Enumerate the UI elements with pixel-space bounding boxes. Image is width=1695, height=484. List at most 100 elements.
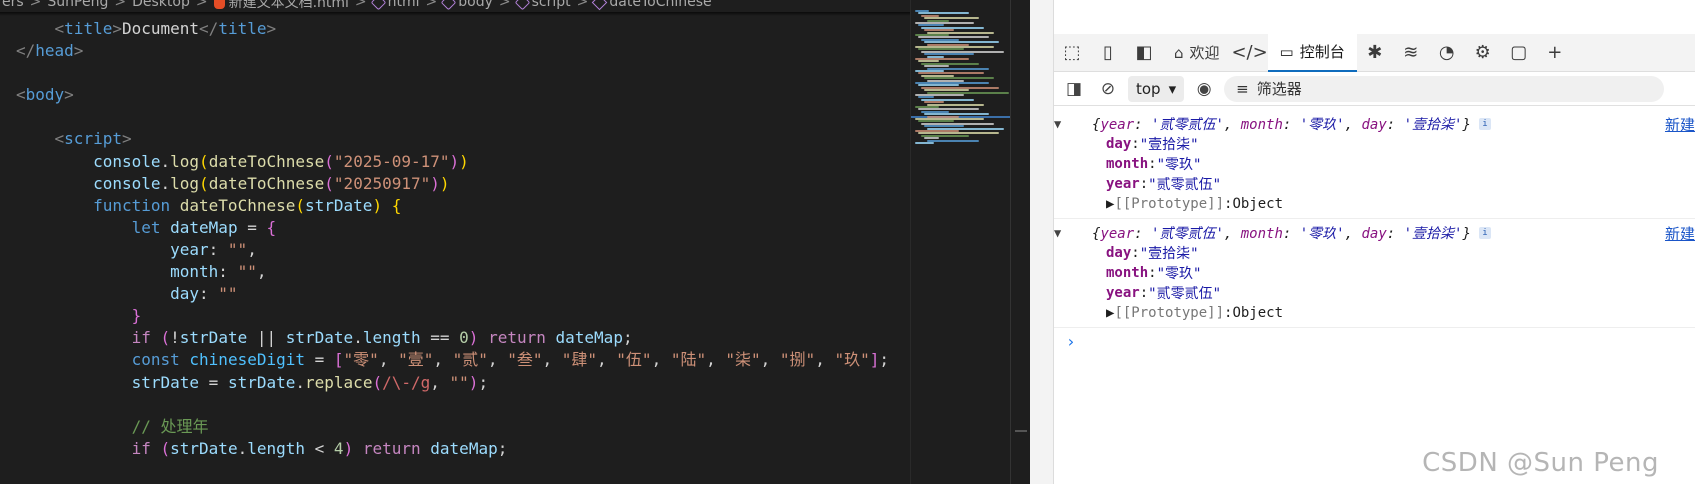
property-value: "贰零贰伍" (1148, 286, 1222, 302)
code-line: function dateToChnese(strDate) { (16, 195, 889, 217)
code-token: > (266, 19, 277, 38)
property-value: "零玖" (1156, 157, 1202, 173)
minimap-line (924, 113, 989, 116)
console-output[interactable]: ▼ {year: '贰零贰伍', month: '零玖', day: '壹拾柒'}… (1054, 110, 1695, 484)
source-link[interactable]: 新建 (1665, 114, 1695, 135)
eye-icon[interactable]: ◉ (1190, 75, 1218, 103)
tag-icon (370, 0, 386, 10)
code-token: , (760, 350, 780, 370)
caret-down-icon[interactable]: ▼ (1054, 117, 1068, 131)
code-token: head (35, 41, 74, 61)
summary-part: '贰零贰伍' (1151, 226, 1224, 242)
code-token: ( (160, 328, 171, 348)
device-icon[interactable]: ▯ (1090, 34, 1126, 72)
caret-right-icon[interactable]: ▶ (1106, 305, 1114, 321)
code-token: dateMap (430, 438, 498, 458)
source-link[interactable]: 新建 (1665, 223, 1695, 244)
object-summary[interactable]: ▼ {year: '贰零贰伍', month: '零玖', day: '壹拾柒'}… (1054, 114, 1695, 134)
code-token: "" (237, 262, 257, 282)
console-entry[interactable]: ▼ {year: '贰零贰伍', month: '零玖', day: '壹拾柒'}… (1054, 110, 1695, 219)
sidebar-toggle-icon[interactable]: ◨ (1060, 75, 1088, 103)
application-icon[interactable]: ▢ (1501, 34, 1537, 72)
code-editor[interactable]: ers > SunPeng > Desktop > 新建文本文档.html > html > bod… (0, 0, 1030, 484)
code-token: length (362, 328, 421, 348)
object-property: day: "壹拾柒" (1092, 134, 1695, 154)
breadcrumb-label: html (387, 0, 420, 10)
minimap-line (924, 41, 999, 44)
property-colon: : (1139, 176, 1149, 192)
breadcrumb-item[interactable]: dateToChinese (592, 0, 712, 10)
console-entry[interactable]: ▼ {year: '贰零贰伍', month: '零玖', day: '壹拾柒'}… (1054, 219, 1695, 328)
property-colon: : (1148, 265, 1157, 281)
breadcrumb-label: Desktop (132, 0, 190, 10)
object-property: day: "壹拾柒" (1092, 243, 1695, 263)
breadcrumb-item[interactable]: html (370, 0, 420, 10)
tab-label: 控制台 (1299, 43, 1345, 61)
code-token: . (160, 173, 171, 193)
tab-home[interactable]: ⌂ 欢迎 (1162, 34, 1232, 72)
code-token: console (93, 173, 161, 193)
breadcrumb-item[interactable]: body (441, 0, 493, 10)
code-token: , (815, 350, 835, 370)
code-token: ( (324, 173, 334, 193)
prototype-row[interactable]: ▶ [[Prototype]]: Object (1092, 194, 1695, 214)
cpu-icon[interactable]: ⚙ (1465, 34, 1501, 72)
code-token: : (218, 262, 238, 282)
code-token: ; (497, 438, 508, 458)
context-select[interactable]: top ▾ (1128, 75, 1185, 102)
network-icon[interactable]: ≋ (1393, 34, 1429, 72)
breadcrumb-item[interactable]: Desktop (132, 0, 190, 10)
property-key: year (1106, 285, 1140, 301)
code-token: "2025-09-17" (333, 151, 450, 171)
performance-icon[interactable]: ◔ (1429, 34, 1465, 72)
elements-icon[interactable]: </> (1231, 34, 1267, 72)
prototype-row[interactable]: ▶ [[Prototype]]: Object (1092, 303, 1695, 323)
tab-console[interactable]: ▭ 控制台 (1267, 33, 1357, 72)
breadcrumb-item[interactable]: script (514, 0, 571, 10)
summary-part: : (1134, 226, 1152, 242)
caret-down-icon[interactable]: ▼ (1054, 226, 1068, 240)
code-token: < (305, 438, 334, 458)
html5-icon (213, 0, 225, 9)
property-value: "零玖" (1156, 266, 1202, 282)
breadcrumb-item[interactable]: SunPeng (47, 0, 108, 10)
add-icon[interactable]: + (1537, 34, 1573, 72)
console-prompt-icon[interactable]: › (1066, 332, 1076, 351)
code-token: ) (468, 328, 479, 348)
clear-console-icon[interactable]: ⊘ (1094, 75, 1122, 103)
fn-icon (592, 0, 608, 10)
code-token: , (542, 350, 562, 370)
panel-icon[interactable]: ◧ (1126, 34, 1162, 72)
breadcrumb-item[interactable]: ers (2, 0, 24, 10)
code-area[interactable]: <title>Document</title> </head> <body> <sc… (16, 18, 889, 460)
code-token: ! (170, 328, 180, 348)
editor-scrollbar[interactable] (1010, 0, 1030, 484)
code-token: "叁" (507, 350, 543, 370)
minimap[interactable] (910, 0, 1011, 484)
code-token: "壹" (398, 350, 434, 370)
scroll-thumb[interactable] (1015, 430, 1027, 484)
inspect-icon[interactable]: ⬚ (1054, 34, 1090, 72)
code-line: if (strDate.length < 4) return dateMap; (16, 438, 889, 460)
code-token: year (170, 239, 209, 259)
code-token: , (430, 372, 450, 392)
object-summary[interactable]: ▼ {year: '贰零贰伍', month: '零玖', day: '壹拾柒'}… (1054, 223, 1695, 243)
bug-icon[interactable]: ✱ (1357, 34, 1393, 72)
code-token: , (433, 350, 453, 370)
filter-input[interactable]: ≡ 筛选器 (1224, 75, 1665, 102)
caret-right-icon[interactable]: ▶ (1106, 196, 1114, 212)
breadcrumb-label: dateToChinese (609, 0, 712, 10)
code-token: length (247, 438, 306, 458)
property-value: "壹拾柒" (1139, 246, 1199, 262)
breadcrumb-item[interactable]: 新建文本文档.html (213, 0, 349, 12)
code-token: day (170, 284, 200, 304)
object-property: year: "贰零贰伍" (1092, 283, 1695, 303)
code-token: < (16, 85, 26, 105)
code-token: replace (305, 372, 373, 392)
code-token: > (121, 129, 132, 149)
